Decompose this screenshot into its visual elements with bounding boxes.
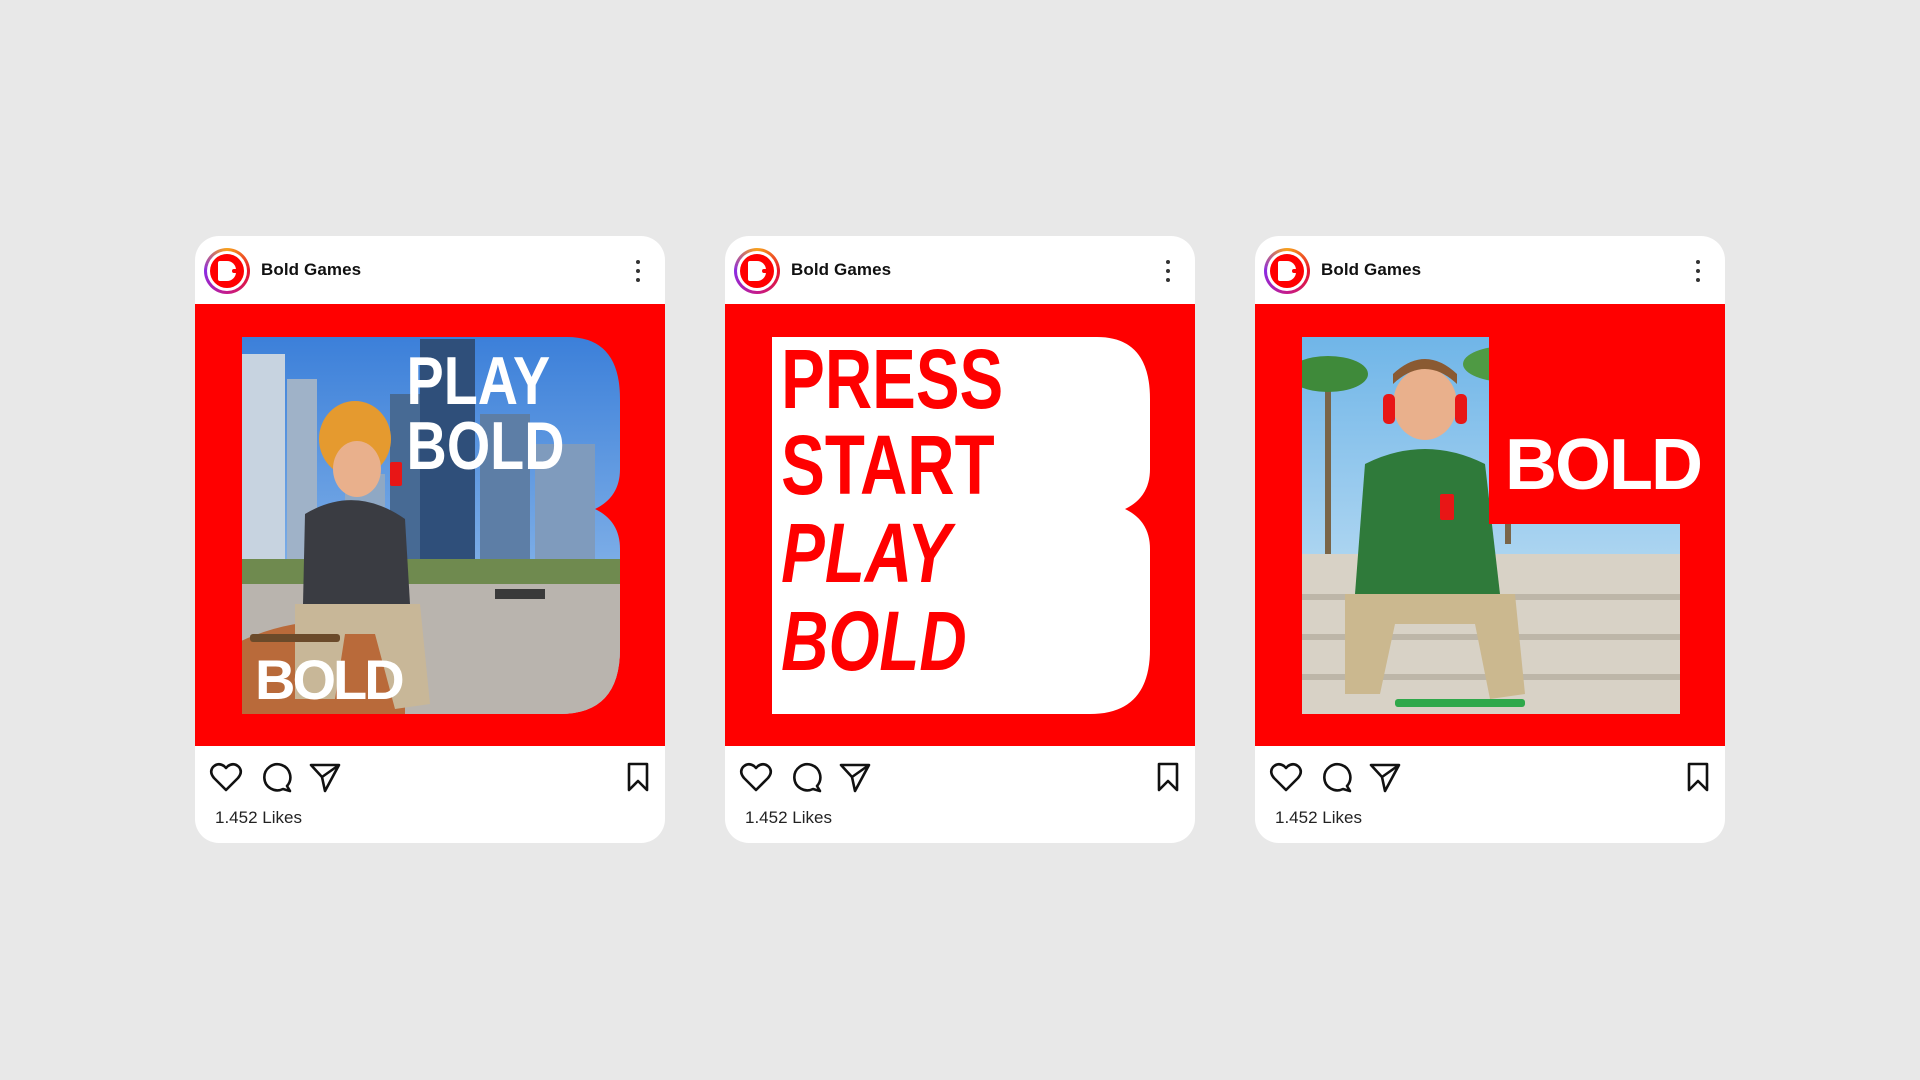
more-vertical-icon[interactable] [1695, 260, 1701, 284]
headline-line-1: PRESS [781, 332, 1003, 426]
instagram-post-2: Bold Games PRESS START PLAY BOLD 1.452 L… [725, 236, 1195, 843]
headline-line-2: BOLD [407, 409, 565, 484]
instagram-post-3: Bold Games BOLD 1.452 Likes [1255, 236, 1725, 843]
headline-line-2: START [781, 418, 994, 512]
instagram-post-1: Bold Games PLAY BOLD BOLD 1.452 Likes [195, 236, 665, 843]
post-image[interactable]: BOLD [1255, 304, 1725, 746]
send-plane-icon[interactable] [308, 760, 342, 794]
heart-icon[interactable] [1269, 760, 1303, 794]
bookmark-icon[interactable] [1683, 761, 1713, 793]
post-actions: 1.452 Likes [1255, 746, 1725, 843]
heart-icon[interactable] [209, 760, 243, 794]
account-name[interactable]: Bold Games [791, 260, 891, 280]
send-plane-icon[interactable] [1368, 760, 1402, 794]
bold-b-logo-icon[interactable] [1264, 248, 1310, 294]
logo-word: BOLD [1505, 425, 1701, 505]
feed-stage: Bold Games PLAY BOLD BOLD 1.452 Likes Bo… [0, 0, 1920, 1080]
post-header: Bold Games [195, 236, 665, 304]
bookmark-icon[interactable] [623, 761, 653, 793]
more-vertical-icon[interactable] [1165, 260, 1171, 284]
likes-count[interactable]: 1.452 Likes [215, 808, 302, 828]
comment-bubble-icon[interactable] [259, 760, 293, 794]
bold-b-logo-icon[interactable] [734, 248, 780, 294]
bookmark-icon[interactable] [1153, 761, 1183, 793]
account-name[interactable]: Bold Games [261, 260, 361, 280]
comment-bubble-icon[interactable] [1319, 760, 1353, 794]
post-header: Bold Games [1255, 236, 1725, 304]
headline-line-3: PLAY [781, 506, 956, 600]
send-plane-icon[interactable] [838, 760, 872, 794]
headphone-guy-photo [1302, 337, 1680, 714]
post-actions: 1.452 Likes [195, 746, 665, 843]
heart-icon[interactable] [739, 760, 773, 794]
post-image[interactable]: PRESS START PLAY BOLD [725, 304, 1195, 746]
likes-count[interactable]: 1.452 Likes [745, 808, 832, 828]
bold-wordmark-logo: BOLD [255, 648, 406, 711]
likes-count[interactable]: 1.452 Likes [1275, 808, 1362, 828]
post-image[interactable]: PLAY BOLD BOLD [195, 304, 665, 746]
headline-line-4: BOLD [781, 594, 967, 688]
bold-b-logo-icon[interactable] [204, 248, 250, 294]
post-header: Bold Games [725, 236, 1195, 304]
bold-wordmark-logo: BOLD [1505, 425, 1703, 505]
more-vertical-icon[interactable] [635, 260, 641, 284]
comment-bubble-icon[interactable] [789, 760, 823, 794]
account-name[interactable]: Bold Games [1321, 260, 1421, 280]
logo-word: BOLD [255, 648, 403, 711]
post-actions: 1.452 Likes [725, 746, 1195, 843]
